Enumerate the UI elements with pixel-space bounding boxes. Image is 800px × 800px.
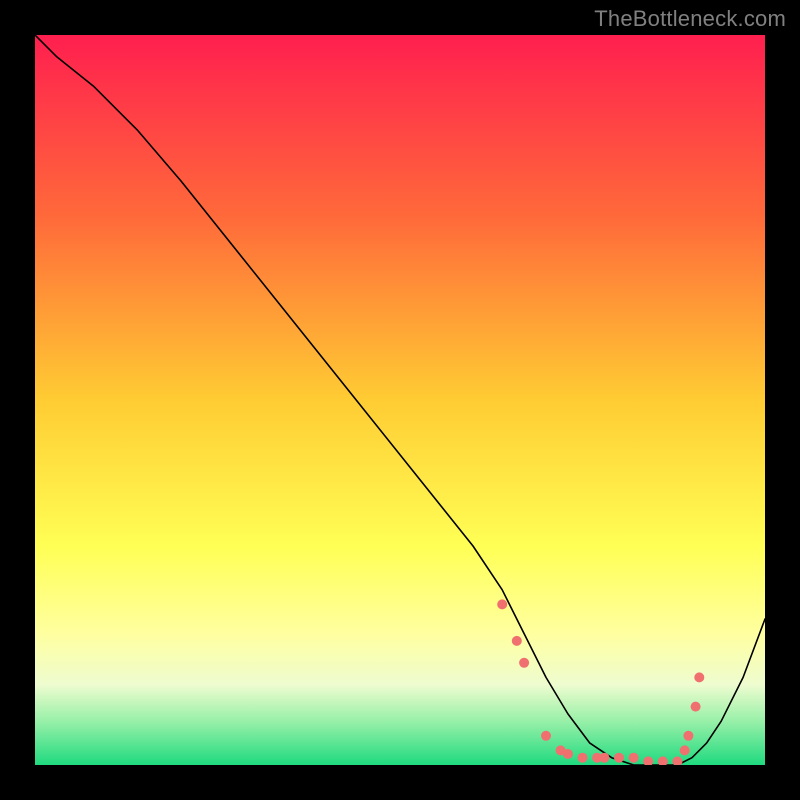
chart-frame: TheBottleneck.com xyxy=(0,0,800,800)
marker-dot xyxy=(578,753,588,763)
marker-dot xyxy=(563,749,573,759)
watermark-label: TheBottleneck.com xyxy=(594,6,786,32)
marker-dot xyxy=(691,702,701,712)
marker-dot xyxy=(497,599,507,609)
marker-dot xyxy=(629,753,639,763)
marker-dot xyxy=(683,731,693,741)
marker-dot xyxy=(614,753,624,763)
marker-dot xyxy=(694,672,704,682)
chart-svg xyxy=(35,35,765,765)
marker-dot xyxy=(519,658,529,668)
gradient-background xyxy=(35,35,765,765)
plot-area xyxy=(35,35,765,765)
marker-dot xyxy=(512,636,522,646)
marker-dot xyxy=(680,745,690,755)
marker-dot xyxy=(599,753,609,763)
marker-dot xyxy=(541,731,551,741)
